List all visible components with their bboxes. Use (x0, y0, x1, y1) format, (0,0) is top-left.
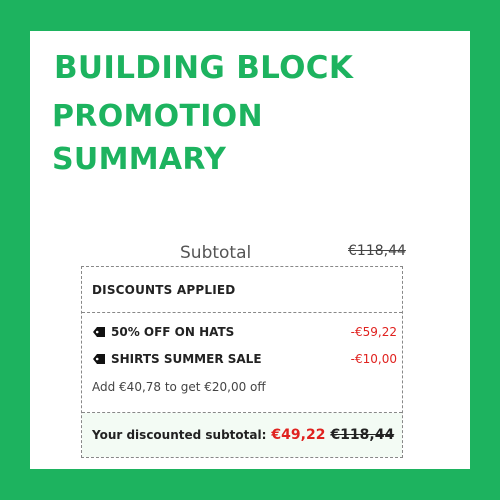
discount-row: 50% OFF ON HATS -€59,22 (92, 325, 397, 339)
discounts-header: DISCOUNTS APPLIED (82, 267, 402, 313)
heading-line-2: PROMOTION (52, 99, 263, 134)
heading-line-3: SUMMARY (52, 142, 227, 177)
discount-amount: -€10,00 (350, 352, 397, 366)
discount-amount: -€59,22 (350, 325, 397, 339)
discount-name: 50% OFF ON HATS (111, 325, 235, 339)
original-subtotal-value: €118,44 (330, 427, 395, 443)
heading-line-1: BUILDING BLOCK (54, 50, 354, 86)
discounts-list: 50% OFF ON HATS -€59,22 SHIRTS SUMMER SA… (82, 313, 402, 413)
subtotal-label: Subtotal (180, 243, 252, 263)
discount-row: SHIRTS SUMMER SALE -€10,00 (92, 352, 397, 366)
discounts-box: DISCOUNTS APPLIED 50% OFF ON HATS -€59,2… (81, 266, 403, 458)
discounted-subtotal-row: Your discounted subtotal: €49,22 €118,44 (82, 413, 402, 457)
discounted-subtotal-value: €49,22 (271, 427, 326, 443)
tag-icon (92, 326, 106, 338)
upsell-hint: Add €40,78 to get €20,00 off (92, 380, 266, 394)
discounted-subtotal-label: Your discounted subtotal: (92, 428, 267, 442)
subtotal-original-value: €118,44 (348, 243, 406, 259)
promotion-summary-panel: BUILDING BLOCK PROMOTION SUMMARY Subtota… (30, 31, 470, 469)
discount-name: SHIRTS SUMMER SALE (111, 352, 262, 366)
tag-icon (92, 353, 106, 365)
